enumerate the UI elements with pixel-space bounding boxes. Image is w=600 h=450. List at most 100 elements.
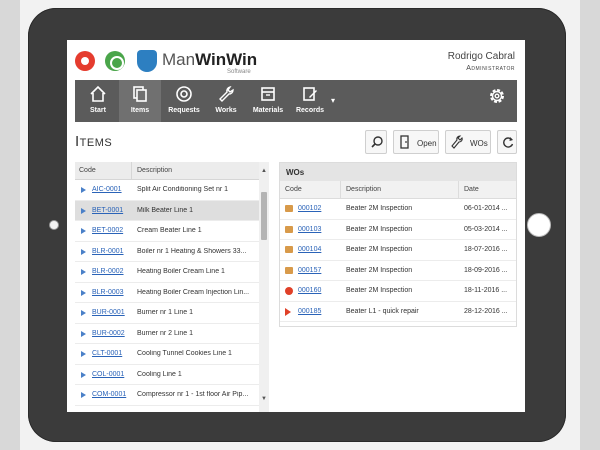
scroll-up-arrow-icon[interactable]: ▲ xyxy=(261,168,267,174)
status-box-icon xyxy=(285,205,293,212)
status-box-icon xyxy=(285,266,293,274)
status-dot-icon xyxy=(285,287,293,295)
open-icon xyxy=(400,135,409,149)
item-code-link[interactable]: BLR-0003 xyxy=(92,289,124,296)
table-row[interactable]: BUR-0001 Burner nr 1 Line 1 xyxy=(75,303,269,324)
table-row[interactable]: 000104 Beater 2M Inspection 18-07-2016 ... xyxy=(280,240,516,261)
expand-arrow-icon[interactable] xyxy=(81,371,86,378)
gear-icon[interactable] xyxy=(487,86,507,106)
scrollbar-thumb[interactable] xyxy=(261,192,267,240)
item-code-link[interactable]: COL-0001 xyxy=(92,371,124,378)
wo-code-link[interactable]: 000102 xyxy=(298,205,321,212)
table-row[interactable]: BET-0002 Cream Beater Line 1 xyxy=(75,221,269,242)
wrench-small-icon xyxy=(451,135,463,149)
user-name[interactable]: Rodrigo Cabral xyxy=(448,51,515,62)
table-row[interactable]: CLT-0001 Cooling Tunnel Cookies Line 1 xyxy=(75,344,269,365)
col-description-header[interactable]: Description xyxy=(137,167,172,174)
tablet-camera xyxy=(49,220,59,230)
wos-col-date-header[interactable]: Date xyxy=(464,186,479,193)
red-logo-icon xyxy=(75,51,95,71)
table-row[interactable]: 000157 Beater 2M Inspection 18-09-2016 ... xyxy=(280,261,516,281)
wos-col-code-header[interactable]: Code xyxy=(285,186,302,193)
open-button-label: Open xyxy=(417,139,437,148)
wo-date: 18-07-2016 ... xyxy=(464,246,508,253)
expand-arrow-icon[interactable] xyxy=(81,248,86,255)
background-left-strip xyxy=(0,0,20,450)
item-code-link[interactable]: BUR-0001 xyxy=(92,309,125,316)
table-row[interactable]: 000103 Beater 2M Inspection 05-03-2014 ... xyxy=(280,220,516,240)
column-divider xyxy=(458,181,459,199)
item-description: Burner nr 1 Line 1 xyxy=(137,309,194,316)
item-description: Heating Boiler Cream Injection Lin... xyxy=(137,288,250,296)
table-row[interactable]: 000102 Beater 2M Inspection 06-01-2014 ... xyxy=(280,199,516,220)
expand-arrow-icon[interactable] xyxy=(81,330,86,337)
table-row[interactable]: BUR-0002 Burner nr 2 Line 1 xyxy=(75,324,269,344)
status-arrow-icon xyxy=(285,307,291,316)
nav-start-label: Start xyxy=(90,107,106,114)
column-divider xyxy=(340,181,341,199)
wo-code-link[interactable]: 000157 xyxy=(298,267,321,274)
items-scrollbar[interactable]: ▲ ▼ xyxy=(259,162,269,412)
edit-icon xyxy=(303,87,317,101)
expand-arrow-icon[interactable] xyxy=(81,310,86,316)
expand-arrow-icon[interactable] xyxy=(81,228,86,234)
nav-records[interactable]: Records xyxy=(289,80,331,122)
expand-arrow-icon[interactable] xyxy=(81,187,86,193)
table-row[interactable]: BET-0001 Milk Beater Line 1 xyxy=(75,200,269,221)
item-code-link[interactable]: AIC-0001 xyxy=(92,186,122,193)
tablet-home-button[interactable] xyxy=(527,213,551,237)
table-row[interactable]: 000185 Beater L1 - quick repair 28-12-2016… xyxy=(280,302,516,322)
table-row[interactable]: COL-0001 Cooling Line 1 xyxy=(75,365,269,385)
expand-arrow-icon[interactable] xyxy=(81,351,86,357)
item-code-link[interactable]: BET-0001 xyxy=(92,207,123,214)
item-code-link[interactable]: CLT-0001 xyxy=(92,350,122,357)
refresh-button[interactable] xyxy=(497,130,517,154)
wos-table-header: Code Description Date xyxy=(280,181,516,199)
wo-code-link[interactable]: 000185 xyxy=(298,308,321,315)
app-screen: ManWinWin Software Rodrigo Cabral Admini… xyxy=(67,40,525,412)
items-table-header: Code Description xyxy=(75,162,269,180)
table-row[interactable]: AIC-0001 Split Air Conditioning Set nr 1 xyxy=(75,180,269,201)
item-code-link[interactable]: BUR-0002 xyxy=(92,330,125,337)
table-row[interactable]: BLR-0002 Heating Boiler Cream Line 1 xyxy=(75,262,269,283)
items-icon xyxy=(133,86,147,102)
item-code-link[interactable]: BLR-0002 xyxy=(92,268,124,275)
wo-description: Beater 2M Inspection xyxy=(346,246,413,253)
item-code-link[interactable]: BLR-0001 xyxy=(92,248,124,255)
wos-button[interactable]: WOs xyxy=(445,130,491,154)
table-row[interactable]: BLR-0003 Heating Boiler Cream Injection L… xyxy=(75,283,269,303)
item-code-link[interactable]: COM-0001 xyxy=(92,391,126,398)
wo-code-link[interactable]: 000103 xyxy=(298,226,321,233)
table-row[interactable]: 000160 Beater 2M Inspection 18-11-2016 ... xyxy=(280,281,516,302)
nav-works-label: Works xyxy=(215,107,237,114)
wo-description: Beater 2M Inspection xyxy=(346,287,413,294)
wos-col-description-header[interactable]: Description xyxy=(346,186,381,193)
box-icon xyxy=(261,87,275,101)
expand-arrow-icon[interactable] xyxy=(81,392,86,398)
home-icon xyxy=(90,85,106,102)
nav-items[interactable]: Items xyxy=(119,80,161,122)
scroll-down-arrow-icon[interactable]: ▼ xyxy=(261,396,267,402)
nav-works[interactable]: Works xyxy=(205,80,247,122)
expand-arrow-icon[interactable] xyxy=(81,269,86,275)
nav-requests[interactable]: Requests xyxy=(163,80,205,122)
nav-start[interactable]: Start xyxy=(77,80,119,122)
table-row[interactable]: BLR-0001 Boiler nr 1 Heating & Showers 33… xyxy=(75,242,269,262)
nav-materials[interactable]: Materials xyxy=(247,80,289,122)
wo-date: 28-12-2016 ... xyxy=(464,307,508,315)
col-code-header[interactable]: Code xyxy=(79,167,96,174)
brand-name: ManWinWin xyxy=(162,50,257,70)
open-button[interactable]: Open xyxy=(393,130,439,154)
expand-arrow-icon[interactable] xyxy=(81,289,86,296)
nav-more-caret[interactable]: ▾ xyxy=(331,96,335,105)
brand-light: Man xyxy=(162,50,196,69)
item-code-link[interactable]: BET-0002 xyxy=(92,227,123,234)
wo-date: 06-01-2014 ... xyxy=(464,205,508,212)
search-button[interactable] xyxy=(365,130,387,154)
table-row[interactable]: COM-0001 Compressor nr 1 - 1st floor Air … xyxy=(75,385,269,406)
column-divider xyxy=(131,162,132,180)
wo-code-link[interactable]: 000160 xyxy=(298,287,321,294)
wo-code-link[interactable]: 000104 xyxy=(298,246,321,253)
wos-button-label: WOs xyxy=(470,139,488,148)
expand-arrow-icon[interactable] xyxy=(81,207,86,214)
